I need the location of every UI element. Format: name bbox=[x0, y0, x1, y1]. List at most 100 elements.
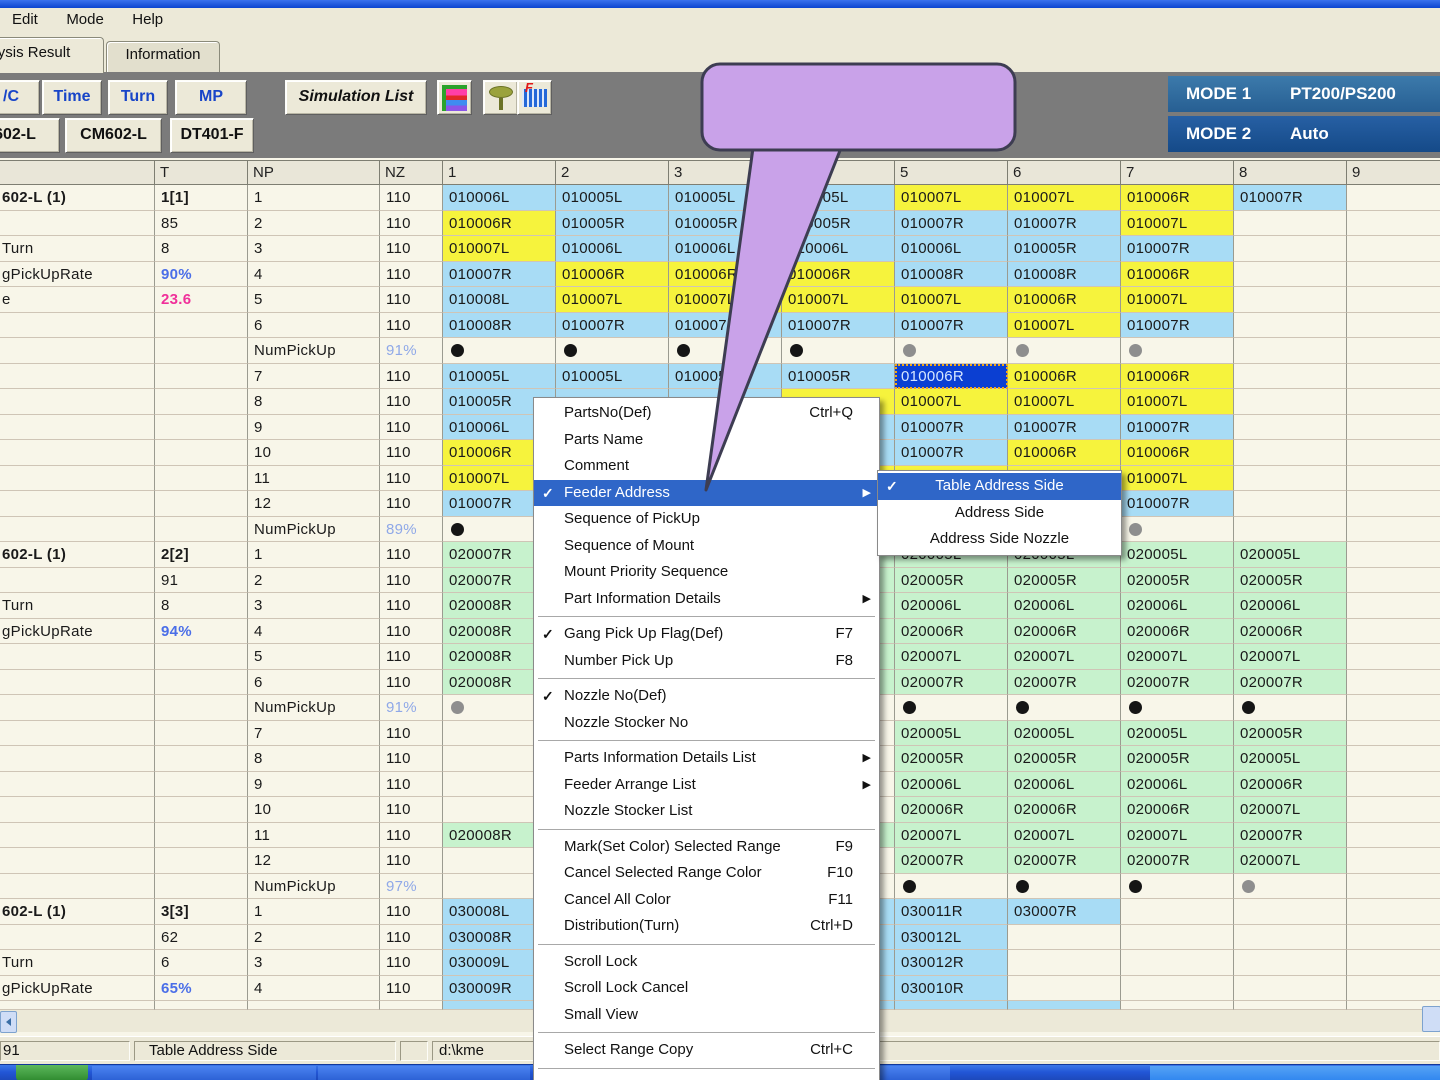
context-menu-item[interactable]: Comment bbox=[534, 453, 879, 480]
table-cell[interactable] bbox=[1234, 976, 1347, 1002]
table-cell[interactable] bbox=[1234, 874, 1347, 900]
table-cell[interactable]: 020005L bbox=[895, 721, 1008, 747]
table-cell[interactable] bbox=[1347, 389, 1440, 415]
table-cell[interactable] bbox=[1121, 976, 1234, 1002]
table-cell[interactable]: 020006L bbox=[1234, 593, 1347, 619]
table-cell[interactable]: 010007L bbox=[669, 287, 782, 313]
table-cell[interactable] bbox=[1121, 899, 1234, 925]
table-cell[interactable]: 020007R bbox=[1121, 670, 1234, 696]
table-cell[interactable]: 010006R bbox=[1121, 440, 1234, 466]
table-cell[interactable]: 010007R bbox=[895, 211, 1008, 237]
table-cell[interactable]: 020006R bbox=[1121, 797, 1234, 823]
table-cell[interactable]: 010006R bbox=[895, 364, 1008, 390]
submenu-item[interactable]: Address Side Nozzle bbox=[878, 526, 1121, 553]
table-cell[interactable]: 010007L bbox=[443, 236, 556, 262]
table-cell[interactable] bbox=[1347, 211, 1440, 237]
table-cell[interactable] bbox=[1234, 364, 1347, 390]
table-cell[interactable]: 020007R bbox=[895, 670, 1008, 696]
table-cell[interactable] bbox=[895, 874, 1008, 900]
table-cell[interactable] bbox=[1234, 899, 1347, 925]
table-cell[interactable]: 020005R bbox=[1121, 746, 1234, 772]
table-cell[interactable]: 020007L bbox=[1234, 644, 1347, 670]
scroll-left-button[interactable] bbox=[0, 1011, 17, 1033]
context-menu-item[interactable]: Mark(Set Color) Selected RangeF9 bbox=[534, 834, 879, 861]
table-cell[interactable]: 010008L bbox=[443, 287, 556, 313]
table-cell[interactable] bbox=[1347, 185, 1440, 211]
table-cell[interactable]: 020006R bbox=[1234, 772, 1347, 798]
table-cell[interactable]: 010007L bbox=[895, 389, 1008, 415]
table-cell[interactable] bbox=[1008, 925, 1121, 951]
table-cell[interactable]: 010007R bbox=[1008, 415, 1121, 441]
context-menu-item[interactable]: Cancel All ColorF11 bbox=[534, 887, 879, 914]
table-cell[interactable]: 010006R bbox=[1008, 440, 1121, 466]
taskbar-button[interactable] bbox=[92, 1066, 316, 1080]
table-cell[interactable]: 020006L bbox=[1008, 593, 1121, 619]
table-cell[interactable]: 010006R bbox=[1008, 287, 1121, 313]
table-cell[interactable]: 020006R bbox=[1234, 619, 1347, 645]
table-cell[interactable]: 020007L bbox=[895, 644, 1008, 670]
table-cell[interactable]: 020005R bbox=[1008, 746, 1121, 772]
context-menu-item[interactable]: Small View bbox=[534, 1002, 879, 1029]
table-cell[interactable] bbox=[1234, 415, 1347, 441]
context-menu-item[interactable]: Distribution(Turn)Ctrl+D bbox=[534, 913, 879, 940]
table-cell[interactable]: 010007R bbox=[1121, 236, 1234, 262]
table-cell[interactable]: 010007R bbox=[1008, 211, 1121, 237]
table-cell[interactable]: 020005L bbox=[1008, 721, 1121, 747]
table-cell[interactable]: 020007L bbox=[1008, 823, 1121, 849]
table-cell[interactable]: 010006L bbox=[782, 236, 895, 262]
table-cell[interactable] bbox=[443, 338, 556, 364]
submenu-item[interactable]: ✓Table Address Side bbox=[878, 473, 1121, 500]
table-cell[interactable] bbox=[1234, 338, 1347, 364]
menu-mode[interactable]: Mode bbox=[54, 8, 116, 28]
table-cell[interactable] bbox=[1347, 287, 1440, 313]
table-cell[interactable] bbox=[669, 338, 782, 364]
table-cell[interactable]: 020005R bbox=[1121, 568, 1234, 594]
table-cell[interactable] bbox=[1234, 695, 1347, 721]
table-cell[interactable] bbox=[1347, 797, 1440, 823]
table-cell[interactable] bbox=[1347, 466, 1440, 492]
start-button[interactable] bbox=[16, 1065, 88, 1080]
time-button[interactable]: Time bbox=[42, 80, 102, 115]
table-cell[interactable]: 010007L bbox=[1121, 389, 1234, 415]
table-cell[interactable] bbox=[1347, 338, 1440, 364]
menu-edit[interactable]: Edit bbox=[0, 8, 50, 28]
table-cell[interactable]: 010007L bbox=[895, 287, 1008, 313]
table-cell[interactable]: 010006R bbox=[1121, 262, 1234, 288]
table-cell[interactable]: 020006R bbox=[895, 797, 1008, 823]
table-cell[interactable] bbox=[1234, 950, 1347, 976]
table-cell[interactable]: 020006R bbox=[1121, 619, 1234, 645]
table-cell[interactable]: 020007L bbox=[1121, 823, 1234, 849]
table-cell[interactable]: 020007R bbox=[1008, 848, 1121, 874]
table-cell[interactable]: 010006R bbox=[669, 262, 782, 288]
context-menu-item[interactable]: Scroll Lock bbox=[534, 949, 879, 976]
context-menu-item[interactable]: Nozzle Stocker List bbox=[534, 798, 879, 825]
table-cell[interactable] bbox=[1347, 670, 1440, 696]
context-menu-item[interactable]: Mount Priority Sequence bbox=[534, 559, 879, 586]
table-cell[interactable] bbox=[1347, 517, 1440, 543]
table-cell[interactable]: 020005R bbox=[1234, 721, 1347, 747]
table-cell[interactable] bbox=[1121, 950, 1234, 976]
table-cell[interactable] bbox=[1347, 772, 1440, 798]
table-cell[interactable]: 020005R bbox=[895, 568, 1008, 594]
table-cell[interactable]: 010005R bbox=[1008, 236, 1121, 262]
table-cell[interactable]: 010005L bbox=[782, 185, 895, 211]
context-menu-item[interactable]: ✓Feeder Address▶ bbox=[534, 480, 879, 507]
table-cell[interactable] bbox=[1234, 287, 1347, 313]
context-menu-item[interactable]: Nozzle Stocker No bbox=[534, 710, 879, 737]
table-cell[interactable]: 010005R bbox=[782, 211, 895, 237]
menu-help[interactable]: Help bbox=[120, 8, 175, 28]
table-cell[interactable] bbox=[1347, 568, 1440, 594]
table-cell[interactable] bbox=[1121, 925, 1234, 951]
table-cell[interactable] bbox=[1347, 848, 1440, 874]
table-cell[interactable]: 020006R bbox=[1008, 619, 1121, 645]
table-cell[interactable] bbox=[1347, 236, 1440, 262]
table-cell[interactable]: 010006L bbox=[669, 236, 782, 262]
table-cell[interactable] bbox=[1121, 695, 1234, 721]
table-cell[interactable] bbox=[1234, 491, 1347, 517]
context-menu-item[interactable]: Scroll Lock Cancel bbox=[534, 975, 879, 1002]
table-cell[interactable]: 010008R bbox=[1008, 262, 1121, 288]
table-cell[interactable]: 010007R bbox=[556, 313, 669, 339]
context-menu-item[interactable]: Sequence of PickUp bbox=[534, 506, 879, 533]
table-cell[interactable] bbox=[895, 1001, 1008, 1010]
table-cell[interactable] bbox=[1234, 440, 1347, 466]
